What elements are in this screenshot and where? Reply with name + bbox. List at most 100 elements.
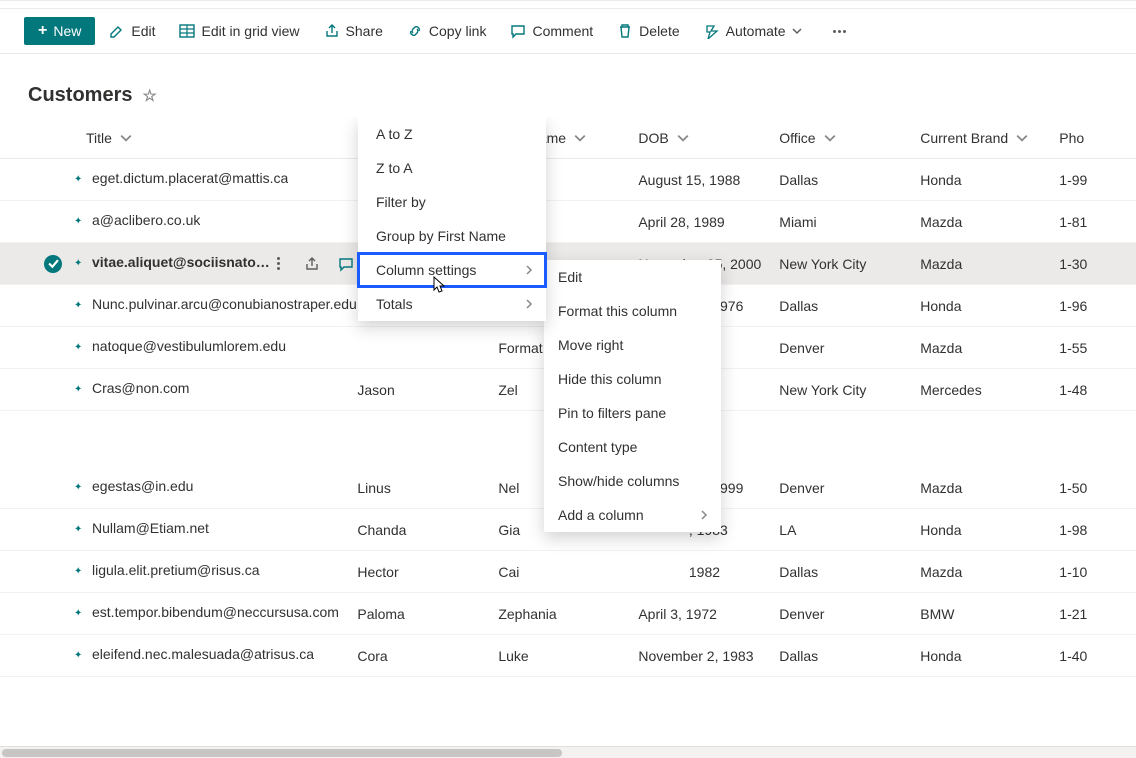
cell-office: Denver	[779, 480, 920, 496]
cell-dob: 1982	[638, 564, 779, 580]
menu-a-to-z-label: A to Z	[376, 126, 413, 142]
menu-z-to-a[interactable]: Z to A	[358, 151, 546, 185]
submenu-show-hide-label: Show/hide columns	[558, 473, 679, 489]
column-header-row: Title First Name Last Name DOB Office Cu…	[0, 117, 1136, 159]
comment-button[interactable]: Comment	[500, 17, 603, 45]
ellipsis-icon	[832, 30, 847, 33]
more-button[interactable]	[822, 24, 857, 39]
menu-column-settings[interactable]: Column settings	[358, 253, 546, 287]
cell-title[interactable]: ✦ Nullam@Etiam.net	[74, 520, 357, 539]
cell-brand: Honda	[920, 648, 1059, 664]
edit-button[interactable]: Edit	[99, 17, 165, 45]
new-item-icon: ✦	[74, 524, 82, 535]
favorite-star-icon[interactable]: ☆	[142, 86, 156, 106]
submenu-pin[interactable]: Pin to filters pane	[544, 396, 721, 430]
cell-office: Dallas	[779, 564, 920, 580]
horizontal-scrollbar[interactable]	[0, 746, 1136, 758]
cell-office: New York City	[779, 382, 920, 398]
submenu-format[interactable]: Format this column	[544, 294, 721, 328]
column-header-office[interactable]: Office	[779, 130, 920, 146]
cell-office: New York City	[779, 256, 920, 272]
link-icon	[407, 23, 423, 39]
cell-title[interactable]: ✦eget.dictum.placerat@mattis.ca	[74, 170, 357, 189]
column-header-current-brand[interactable]: Current Brand	[920, 130, 1059, 146]
copy-link-label: Copy link	[429, 23, 487, 39]
cell-title-text: eleifend.nec.malesuada@atrisus.ca	[86, 646, 314, 662]
cell-title-text: egestas@in.edu	[86, 478, 193, 494]
table-row[interactable]: ✦ligula.elit.pretium@risus.caHectorCai 1…	[0, 551, 1136, 593]
table-row[interactable]: ✦a@aclibero.co.ukithApril 28, 1989MiamiM…	[0, 201, 1136, 243]
column-header-phone[interactable]: Pho	[1059, 130, 1136, 146]
cell-title[interactable]: ✦ligula.elit.pretium@risus.ca	[74, 562, 357, 581]
new-item-icon: ✦	[74, 482, 82, 493]
submenu-show-hide[interactable]: Show/hide columns	[544, 464, 721, 498]
menu-totals[interactable]: Totals	[358, 287, 546, 321]
cell-first: Jason	[357, 382, 498, 398]
list-area: Title First Name Last Name DOB Office Cu…	[0, 117, 1136, 677]
cell-title[interactable]: ✦est.tempor.bibendum@neccursusa.com	[74, 604, 357, 623]
cell-first: Cora	[357, 648, 498, 664]
cell-title-text: Nunc.pulvinar.arcu@conubianostraper.edu	[86, 296, 357, 312]
chevron-down-icon	[792, 26, 802, 36]
copy-link-button[interactable]: Copy link	[397, 17, 497, 45]
cell-office: Miami	[779, 214, 920, 230]
table-row[interactable]: ✦est.tempor.bibendum@neccursusa.comPalom…	[0, 593, 1136, 635]
cell-title-text: natoque@vestibulumlorem.edu	[86, 338, 286, 354]
cell-title[interactable]: ✦eleifend.nec.malesuada@atrisus.ca	[74, 646, 357, 665]
cell-office: Dallas	[779, 172, 920, 188]
cell-brand: Honda	[920, 298, 1059, 314]
menu-a-to-z[interactable]: A to Z	[358, 117, 546, 151]
cell-brand: Mazda	[920, 340, 1059, 356]
submenu-edit-label: Edit	[558, 269, 582, 285]
submenu-move-right[interactable]: Move right	[544, 328, 721, 362]
cell-first: Linus	[357, 480, 498, 496]
cell-phone: 1-98	[1059, 522, 1136, 538]
trash-icon	[617, 23, 633, 39]
cell-brand: Honda	[920, 522, 1059, 538]
submenu-edit[interactable]: Edit	[544, 260, 721, 294]
new-item-icon: ✦	[74, 384, 82, 395]
chevron-down-icon	[677, 132, 689, 144]
cell-title[interactable]: ✦a@aclibero.co.uk	[74, 212, 357, 231]
menu-filter-by[interactable]: Filter by	[358, 185, 546, 219]
table-row[interactable]: ✦eleifend.nec.malesuada@atrisus.caCoraLu…	[0, 635, 1136, 677]
cell-title[interactable]: ✦ egestas@in.edu	[74, 478, 357, 497]
new-button[interactable]: + New	[24, 17, 95, 45]
cell-phone: 1-55	[1059, 340, 1136, 356]
cell-title[interactable]: ✦Cras@non.com	[74, 380, 357, 399]
automate-button[interactable]: Automate	[694, 17, 812, 45]
cell-last: Luke	[498, 648, 638, 664]
submenu-add-column[interactable]: Add a column	[544, 498, 721, 532]
cell-title-text: Nullam@Etiam.net	[86, 520, 209, 536]
menu-group-by[interactable]: Group by First Name	[358, 219, 546, 253]
edit-label: Edit	[131, 23, 155, 39]
cell-brand: Mazda	[920, 564, 1059, 580]
new-button-label: New	[53, 23, 81, 39]
column-header-dob-label: DOB	[638, 130, 668, 146]
new-item-icon: ✦	[74, 258, 82, 269]
cell-title[interactable]: ✦Nunc.pulvinar.arcu@conubianostraper.edu	[74, 296, 357, 315]
table-row[interactable]: ✦eget.dictum.placerat@mattis.caelleAugus…	[0, 159, 1136, 201]
submenu-hide[interactable]: Hide this column	[544, 362, 721, 396]
share-button[interactable]: Share	[314, 17, 393, 45]
cell-title[interactable]: ✦vitae.aliquet@sociisnato…	[74, 254, 357, 273]
cell-title-text: a@aclibero.co.uk	[86, 212, 200, 228]
selected-check-icon[interactable]	[44, 255, 62, 273]
column-header-title-label: Title	[86, 130, 112, 146]
column-header-title[interactable]: Title	[74, 130, 357, 146]
scrollbar-thumb[interactable]	[2, 749, 562, 757]
cell-dob: April 28, 1989	[638, 214, 779, 230]
cell-phone: 1-48	[1059, 382, 1136, 398]
cell-office: Dallas	[779, 648, 920, 664]
submenu-content-type[interactable]: Content type	[544, 430, 721, 464]
delete-button[interactable]: Delete	[607, 17, 689, 45]
edit-grid-button[interactable]: Edit in grid view	[169, 17, 309, 45]
cell-phone: 1-40	[1059, 648, 1136, 664]
cell-brand: Mercedes	[920, 382, 1059, 398]
cell-brand: Mazda	[920, 214, 1059, 230]
column-header-dob[interactable]: DOB	[638, 130, 779, 146]
cell-title[interactable]: ✦natoque@vestibulumlorem.edu	[74, 338, 357, 357]
top-rule	[0, 0, 1136, 8]
page-title-row: Customers ☆	[0, 54, 1136, 117]
menu-totals-label: Totals	[376, 296, 413, 312]
